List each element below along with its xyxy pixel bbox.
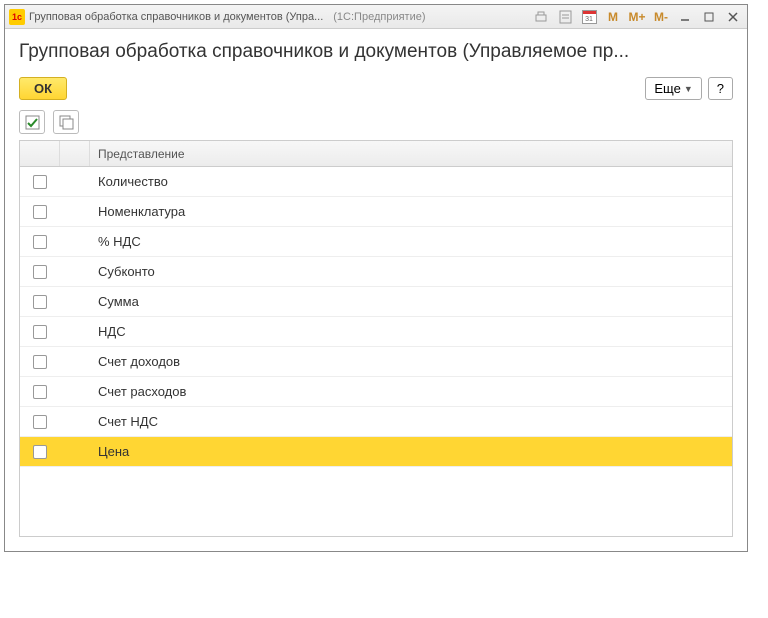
row-label: Счет доходов [90, 354, 732, 369]
row-checkbox[interactable] [33, 175, 47, 189]
table-row[interactable]: % НДС [20, 227, 732, 257]
content-area: Групповая обработка справочников и докум… [5, 29, 747, 551]
row-checkbox[interactable] [33, 445, 47, 459]
row-checkbox[interactable] [33, 325, 47, 339]
row-checkbox-cell [20, 415, 60, 429]
row-checkbox[interactable] [33, 235, 47, 249]
table-row[interactable]: Количество [20, 167, 732, 197]
table-row[interactable]: Счет доходов [20, 347, 732, 377]
row-label: Количество [90, 174, 732, 189]
row-label: Номенклатура [90, 204, 732, 219]
header-icon-col [60, 141, 90, 166]
app-window: 1c Групповая обработка справочников и до… [4, 4, 748, 552]
more-button[interactable]: Еще ▼ [645, 77, 701, 100]
calculator-icon[interactable] [555, 8, 575, 26]
row-label: % НДС [90, 234, 732, 249]
calendar-day: 31 [582, 10, 597, 24]
row-label: Сумма [90, 294, 732, 309]
row-checkbox-cell [20, 355, 60, 369]
secondary-toolbar [19, 110, 733, 134]
print-icon[interactable] [531, 8, 551, 26]
row-checkbox[interactable] [33, 355, 47, 369]
row-checkbox-cell [20, 295, 60, 309]
close-button[interactable] [723, 8, 743, 26]
memory-mminus-button[interactable]: M- [651, 8, 671, 26]
row-label: Цена [90, 444, 732, 459]
titlebar: 1c Групповая обработка справочников и до… [5, 5, 747, 29]
row-label: Счет расходов [90, 384, 732, 399]
row-checkbox[interactable] [33, 415, 47, 429]
row-label: НДС [90, 324, 732, 339]
chevron-down-icon: ▼ [684, 84, 693, 94]
app-icon: 1c [9, 9, 25, 25]
row-checkbox[interactable] [33, 205, 47, 219]
row-checkbox-cell [20, 385, 60, 399]
table-header-row: Представление [20, 141, 732, 167]
window-title: Групповая обработка справочников и докум… [29, 11, 323, 23]
table-row[interactable]: Субконто [20, 257, 732, 287]
check-all-button[interactable] [19, 110, 45, 134]
row-checkbox[interactable] [33, 295, 47, 309]
more-button-label: Еще [654, 81, 680, 96]
row-label: Субконто [90, 264, 732, 279]
table-row[interactable]: Цена [20, 437, 732, 467]
row-checkbox-cell [20, 265, 60, 279]
minimize-button[interactable] [675, 8, 695, 26]
row-checkbox-cell [20, 325, 60, 339]
row-checkbox[interactable] [33, 385, 47, 399]
header-label: Представление [90, 147, 732, 161]
main-toolbar: ОК Еще ▼ ? [19, 77, 733, 100]
memory-m-button[interactable]: M [603, 8, 623, 26]
calendar-icon[interactable]: 31 [579, 8, 599, 26]
table-row[interactable]: Номенклатура [20, 197, 732, 227]
header-checkbox-col [20, 141, 60, 166]
row-checkbox-cell [20, 205, 60, 219]
ok-button[interactable]: ОК [19, 77, 67, 100]
page-title: Групповая обработка справочников и докум… [19, 41, 733, 63]
window-subtitle: (1С:Предприятие) [333, 11, 425, 23]
table-row[interactable]: НДС [20, 317, 732, 347]
maximize-button[interactable] [699, 8, 719, 26]
help-button[interactable]: ? [708, 77, 733, 100]
row-label: Счет НДС [90, 414, 732, 429]
row-checkbox[interactable] [33, 265, 47, 279]
table-row[interactable]: Сумма [20, 287, 732, 317]
row-checkbox-cell [20, 175, 60, 189]
table-row[interactable]: Счет расходов [20, 377, 732, 407]
table-row[interactable]: Счет НДС [20, 407, 732, 437]
row-checkbox-cell [20, 235, 60, 249]
attributes-table: Представление Количество Номенклатура % НД… [19, 140, 733, 537]
uncheck-all-button[interactable] [53, 110, 79, 134]
row-checkbox-cell [20, 445, 60, 459]
table-body[interactable]: Количество Номенклатура % НДС Субконто Сумма… [20, 167, 732, 536]
memory-mplus-button[interactable]: M+ [627, 8, 647, 26]
